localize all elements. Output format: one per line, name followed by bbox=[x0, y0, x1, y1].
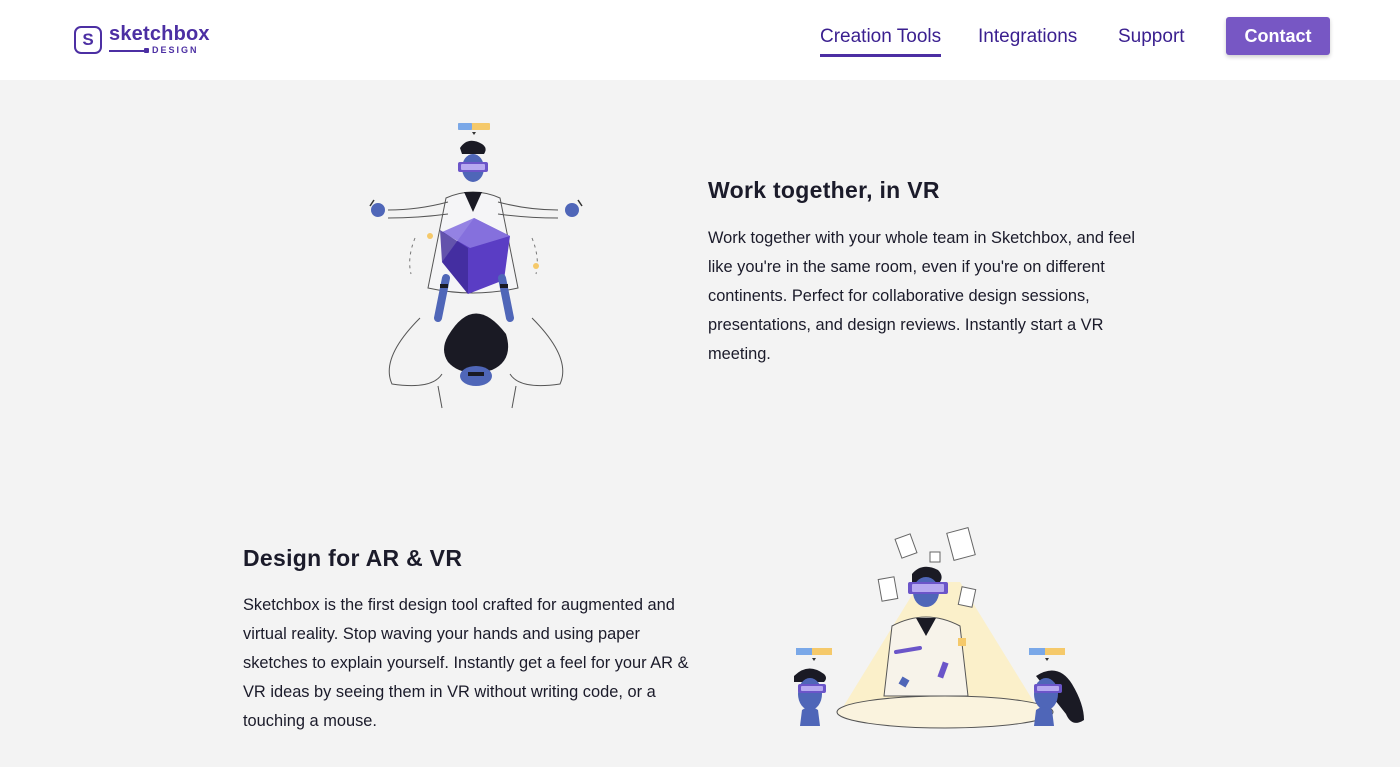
section-heading: Work together, in VR bbox=[708, 177, 940, 203]
nav-creation-tools[interactable]: Creation Tools bbox=[820, 26, 942, 57]
nav-integrations[interactable]: Integrations bbox=[978, 26, 1077, 48]
nav-support[interactable]: Support bbox=[1118, 26, 1185, 48]
two-people-vr-cube-illustration bbox=[369, 123, 583, 409]
section-body: Work together with your whole team in Sk… bbox=[708, 229, 1135, 363]
designer-presenting-vr-illustration bbox=[794, 527, 1084, 729]
logo-text: sketchbox DESIGN bbox=[109, 24, 210, 55]
section-heading: Design for AR & VR bbox=[243, 545, 463, 571]
section-body: Sketchbox is the first design tool craft… bbox=[243, 596, 689, 730]
logo-subtitle: DESIGN bbox=[152, 45, 199, 55]
site-header: S sketchbox DESIGN Creation Tools Integr… bbox=[0, 0, 1400, 80]
logo-link[interactable]: S sketchbox DESIGN bbox=[74, 24, 210, 55]
logo-pen-line bbox=[109, 47, 149, 53]
contact-button[interactable]: Contact bbox=[1226, 17, 1330, 55]
logo-mark-icon: S bbox=[74, 25, 102, 54]
logo-name: sketchbox bbox=[109, 23, 210, 45]
